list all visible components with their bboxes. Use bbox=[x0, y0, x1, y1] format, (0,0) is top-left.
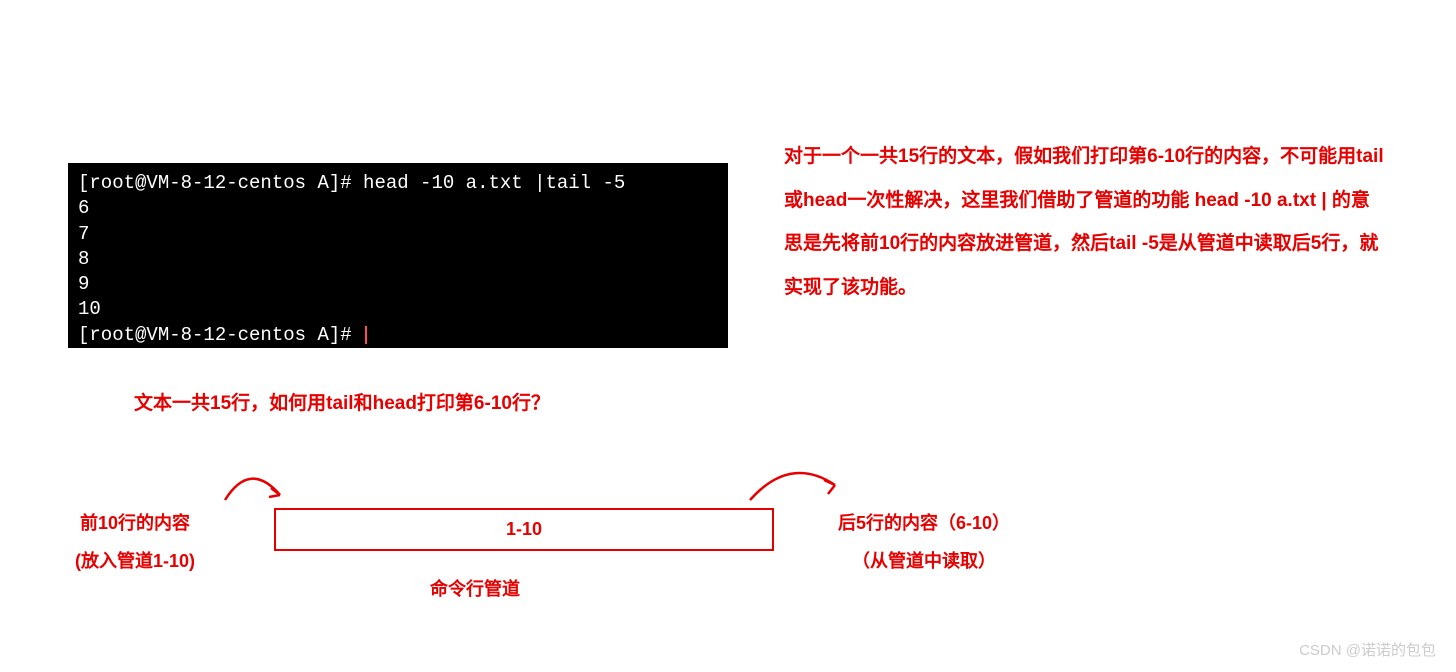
pipe-box: 1-10 bbox=[274, 508, 774, 551]
terminal-output-line: 7 bbox=[78, 222, 718, 247]
terminal-output-line: 10 bbox=[78, 297, 718, 322]
watermark: CSDN @诺诺的包包 bbox=[1299, 639, 1436, 660]
right-label: 后5行的内容（6-10） （从管道中读取） bbox=[838, 505, 1010, 581]
terminal-line-1: [root@VM-8-12-centos A]# head -10 a.txt … bbox=[78, 171, 718, 196]
right-label-line2: （从管道中读取） bbox=[838, 543, 1010, 581]
explanation-text: 对于一个一共15行的文本，假如我们打印第6-10行的内容，不可能用tail或he… bbox=[784, 135, 1384, 310]
pipe-content: 1-10 bbox=[506, 519, 542, 540]
cursor-icon bbox=[365, 326, 367, 344]
left-label-line2: (放入管道1-10) bbox=[75, 543, 195, 581]
pipe-label: 命令行管道 bbox=[430, 575, 520, 601]
pipe-diagram: 前10行的内容 (放入管道1-10) 1-10 命令行管道 后5行的内容（6-1… bbox=[60, 450, 1160, 630]
terminal-window: [root@VM-8-12-centos A]# head -10 a.txt … bbox=[68, 163, 728, 348]
terminal-line-2: [root@VM-8-12-centos A]# bbox=[78, 323, 718, 348]
terminal-output-line: 9 bbox=[78, 272, 718, 297]
terminal-prompt: [root@VM-8-12-centos A]# bbox=[78, 172, 363, 194]
terminal-output-line: 6 bbox=[78, 196, 718, 221]
left-label-line1: 前10行的内容 bbox=[75, 505, 195, 543]
question-text: 文本一共15行，如何用tail和head打印第6-10行？ bbox=[134, 388, 550, 415]
terminal-command: head -10 a.txt |tail -5 bbox=[363, 172, 625, 194]
right-label-line1: 后5行的内容（6-10） bbox=[838, 505, 1010, 543]
terminal-prompt: [root@VM-8-12-centos A]# bbox=[78, 324, 363, 346]
left-label: 前10行的内容 (放入管道1-10) bbox=[75, 505, 195, 581]
terminal-output-line: 8 bbox=[78, 247, 718, 272]
